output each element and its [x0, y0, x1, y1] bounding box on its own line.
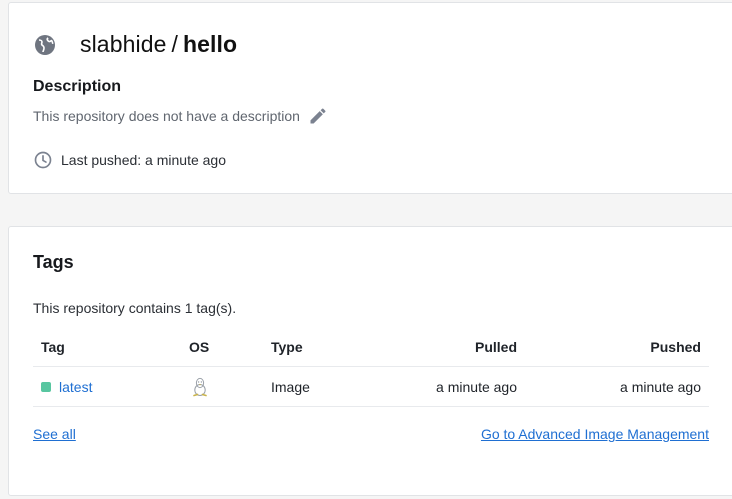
pulled-cell: a minute ago [436, 379, 517, 395]
linux-tux-icon [193, 377, 207, 397]
tag-cell: latest [41, 367, 92, 407]
last-pushed-row: Last pushed: a minute ago [33, 150, 226, 170]
tag-name: latest [59, 379, 93, 395]
repo-separator: / [171, 31, 178, 57]
repo-overview-card: slabhide / hello Description This reposito… [8, 2, 732, 194]
table-row: latest Image a minute ago a minute ago [33, 367, 709, 407]
tags-card: Tags This repository contains 1 tag(s). … [8, 226, 732, 496]
column-header-os: OS [189, 339, 210, 355]
description-text: This repository does not have a descript… [33, 108, 300, 124]
column-header-pulled: Pulled [474, 339, 517, 355]
tag-link-latest[interactable]: latest [41, 367, 92, 407]
column-header-type: Type [271, 339, 303, 355]
last-pushed-text: Last pushed: a minute ago [61, 152, 227, 168]
repo-title: slabhide / hello [80, 31, 237, 58]
column-header-tag: Tag [41, 339, 65, 355]
tag-status-dot [41, 382, 51, 392]
tags-table-header: Tag OS Type Pulled Pushed [33, 327, 709, 367]
description-heading: Description [33, 78, 122, 95]
see-all-link[interactable]: See all [33, 426, 76, 442]
column-header-pushed: Pushed [650, 339, 701, 355]
repo-title-row: slabhide / hello [33, 31, 237, 58]
type-cell: Image [271, 379, 310, 395]
tags-table: Tag OS Type Pulled Pushed latest Image a… [33, 327, 709, 407]
advanced-image-management-link[interactable]: Go to Advanced Image Management [481, 426, 709, 442]
repo-namespace: slabhide [80, 31, 167, 57]
pushed-cell: a minute ago [620, 379, 701, 395]
repo-name: hello [182, 31, 238, 57]
pencil-edit-icon[interactable] [308, 106, 328, 126]
tags-heading: Tags [33, 252, 74, 272]
globe-icon [35, 34, 55, 55]
tags-count-text: This repository contains 1 tag(s). [33, 300, 237, 316]
description-row: This repository does not have a descript… [33, 106, 328, 126]
tags-footer-links: See all Go to Advanced Image Management [33, 426, 709, 442]
clock-icon [34, 151, 52, 169]
